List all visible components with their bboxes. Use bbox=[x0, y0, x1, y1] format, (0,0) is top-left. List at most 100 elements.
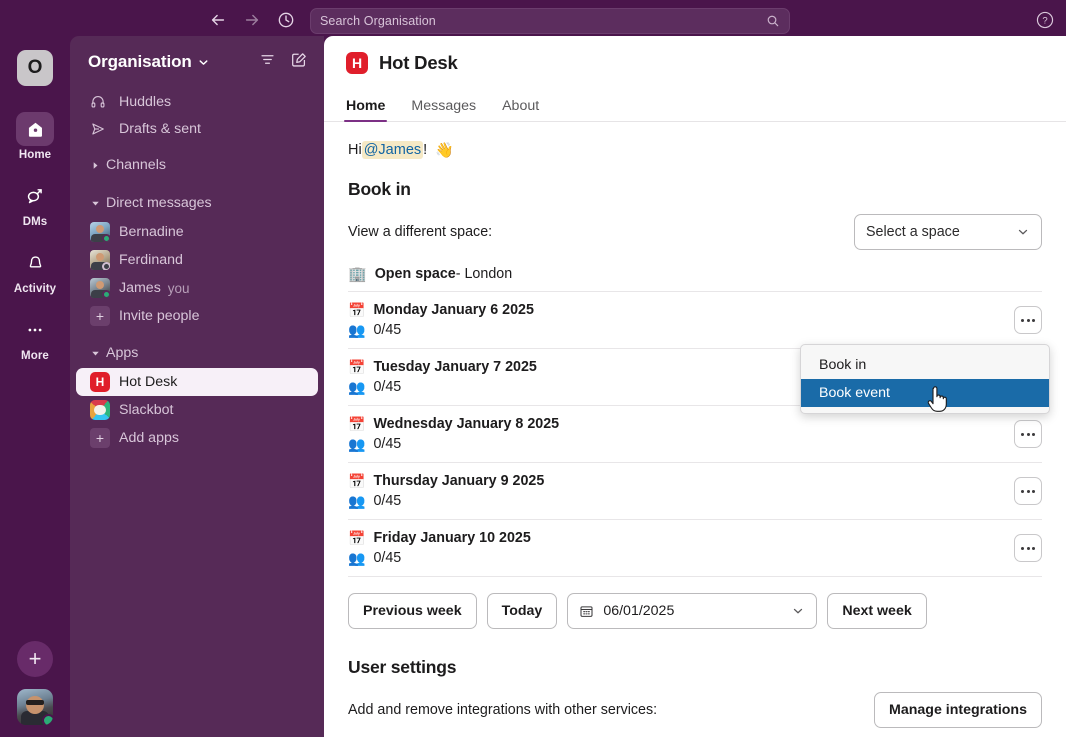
presence-indicator bbox=[102, 262, 110, 270]
day-capacity-label: 0/45 bbox=[373, 322, 402, 338]
tab-bar: Home Messages About bbox=[324, 90, 1066, 122]
sidebar-section-direct-messages[interactable]: Direct messages bbox=[70, 188, 324, 218]
day-info: 📅 Wednesday January 8 2025 👥 0/45 bbox=[348, 416, 559, 453]
tab-messages[interactable]: Messages bbox=[411, 98, 476, 121]
office-building-icon: 🏢 bbox=[348, 265, 367, 283]
today-button[interactable]: Today bbox=[486, 593, 558, 629]
date-picker[interactable]: 06/01/2025 bbox=[567, 593, 818, 629]
avatar-face bbox=[26, 696, 44, 714]
workspace-icon[interactable]: O bbox=[17, 50, 53, 86]
avatar-face bbox=[96, 225, 104, 233]
integrations-label: Add and remove integrations with other s… bbox=[348, 702, 658, 718]
sidebar-app-hot-desk[interactable]: H Hot Desk bbox=[76, 368, 318, 396]
help-icon[interactable]: ? bbox=[1034, 9, 1056, 31]
plus-icon: + bbox=[90, 306, 110, 326]
chevron-down-icon bbox=[84, 199, 106, 208]
space-location: - London bbox=[455, 266, 513, 282]
sidebar-label-drafts-sent: Drafts & sent bbox=[119, 120, 202, 137]
sidebar-label-invite-people: Invite people bbox=[119, 308, 200, 324]
search-icon bbox=[766, 14, 780, 28]
sidebar-item-huddles[interactable]: Huddles bbox=[70, 88, 324, 115]
hot-desk-app-icon: H bbox=[90, 372, 110, 392]
avatar-face bbox=[96, 253, 104, 261]
chevron-down-icon bbox=[84, 349, 106, 358]
sidebar-section-channels[interactable]: Channels bbox=[70, 150, 324, 180]
context-menu-item-book-in[interactable]: Book in bbox=[801, 351, 1049, 379]
context-menu-item-book-event[interactable]: Book event bbox=[801, 379, 1049, 407]
day-date-label: Monday January 6 2025 bbox=[373, 302, 534, 318]
rail-item-home[interactable]: Home bbox=[0, 112, 70, 161]
people-icon: 👥 bbox=[348, 549, 366, 566]
new-item-button[interactable]: + bbox=[17, 641, 53, 677]
ellipsis-icon bbox=[16, 313, 54, 347]
paper-plane-icon bbox=[90, 121, 110, 137]
sidebar-item-invite-people[interactable]: + Invite people bbox=[70, 302, 324, 330]
rail-label-home: Home bbox=[18, 149, 52, 161]
day-info: 📅 Monday January 6 2025 👥 0/45 bbox=[348, 302, 534, 339]
day-overflow-button[interactable] bbox=[1014, 306, 1042, 334]
day-overflow-button[interactable] bbox=[1014, 534, 1042, 562]
chevron-right-icon bbox=[84, 161, 106, 170]
people-icon: 👥 bbox=[348, 321, 366, 338]
sidebar-dm-james[interactable]: James you bbox=[70, 274, 324, 302]
people-icon: 👥 bbox=[348, 492, 366, 509]
sidebar-app-label: Slackbot bbox=[119, 402, 174, 418]
day-overflow-button[interactable] bbox=[1014, 420, 1042, 448]
compose-icon[interactable] bbox=[290, 51, 308, 74]
sidebar-item-drafts-sent[interactable]: Drafts & sent bbox=[70, 115, 324, 142]
mention-james[interactable]: @James bbox=[361, 141, 424, 159]
table-row: 📅 Monday January 6 2025 👥 0/45 bbox=[348, 291, 1042, 348]
arrow-left-icon[interactable] bbox=[208, 10, 228, 30]
rail-items: Home DMs Activity More bbox=[0, 112, 70, 380]
day-overflow-button[interactable] bbox=[1014, 477, 1042, 505]
day-info: 📅 Friday January 10 2025 👥 0/45 bbox=[348, 530, 531, 567]
sidebar-app-slackbot[interactable]: Slackbot bbox=[70, 396, 324, 424]
sidebar-section-apps[interactable]: Apps bbox=[70, 338, 324, 368]
calendar-icon: 📅 bbox=[348, 301, 366, 318]
sidebar-header-actions bbox=[259, 51, 308, 74]
svg-text:?: ? bbox=[1042, 16, 1047, 27]
book-in-heading: Book in bbox=[348, 179, 411, 199]
waving-hand-icon: 👋 bbox=[435, 142, 454, 159]
current-space-row: 🏢 Open space - London bbox=[348, 266, 1042, 291]
search-input[interactable]: Search Organisation bbox=[310, 8, 790, 34]
workspace-title[interactable]: Organisation bbox=[88, 52, 192, 72]
sidebar-dm-bernadine[interactable]: Bernadine bbox=[70, 218, 324, 246]
day-capacity: 👥 0/45 bbox=[348, 550, 531, 567]
next-week-button[interactable]: Next week bbox=[827, 593, 927, 629]
manage-integrations-button[interactable]: Manage integrations bbox=[874, 692, 1042, 728]
filter-icon[interactable] bbox=[259, 51, 276, 73]
greeting-suffix: ! bbox=[423, 142, 428, 158]
sidebar: Organisation Huddles Drafts & sent Chann… bbox=[70, 36, 324, 737]
rail-item-more[interactable]: More bbox=[0, 313, 70, 362]
day-capacity: 👥 0/45 bbox=[348, 436, 559, 453]
day-date-label: Wednesday January 8 2025 bbox=[373, 416, 560, 432]
app-window: Search Organisation ? O Home DMs Activit… bbox=[0, 0, 1066, 737]
view-space-label: View a different space: bbox=[348, 224, 493, 240]
calendar-icon: 📅 bbox=[348, 415, 366, 432]
integrations-row: Add and remove integrations with other s… bbox=[348, 692, 1042, 728]
sidebar-dm-ferdinand[interactable]: Ferdinand bbox=[70, 246, 324, 274]
avatar[interactable] bbox=[17, 689, 53, 725]
tab-about[interactable]: About bbox=[502, 98, 539, 121]
sidebar-item-add-apps[interactable]: + Add apps bbox=[70, 424, 324, 452]
sidebar-top-list: Huddles Drafts & sent bbox=[70, 88, 324, 142]
chevron-down-icon[interactable] bbox=[197, 56, 210, 69]
chevron-down-icon bbox=[791, 604, 805, 618]
context-menu: Book in Book event bbox=[800, 344, 1050, 414]
user-settings-heading: User settings bbox=[348, 657, 457, 677]
top-bar: Search Organisation ? bbox=[0, 0, 1066, 40]
plus-icon: + bbox=[90, 428, 110, 448]
clock-icon[interactable] bbox=[276, 10, 296, 30]
tab-home[interactable]: Home bbox=[343, 98, 388, 122]
headphones-icon bbox=[90, 94, 110, 110]
arrow-right-icon[interactable] bbox=[242, 10, 262, 30]
rail-label-more: More bbox=[21, 350, 49, 362]
avatar-sunglasses bbox=[26, 700, 44, 705]
previous-week-button[interactable]: Previous week bbox=[348, 593, 477, 629]
sidebar-label-add-apps: Add apps bbox=[119, 430, 179, 446]
space-select[interactable]: Select a space bbox=[854, 214, 1042, 250]
day-title: 📅 Thursday January 9 2025 bbox=[348, 473, 544, 490]
rail-item-activity[interactable]: Activity bbox=[0, 246, 70, 295]
rail-item-dms[interactable]: DMs bbox=[0, 179, 70, 228]
